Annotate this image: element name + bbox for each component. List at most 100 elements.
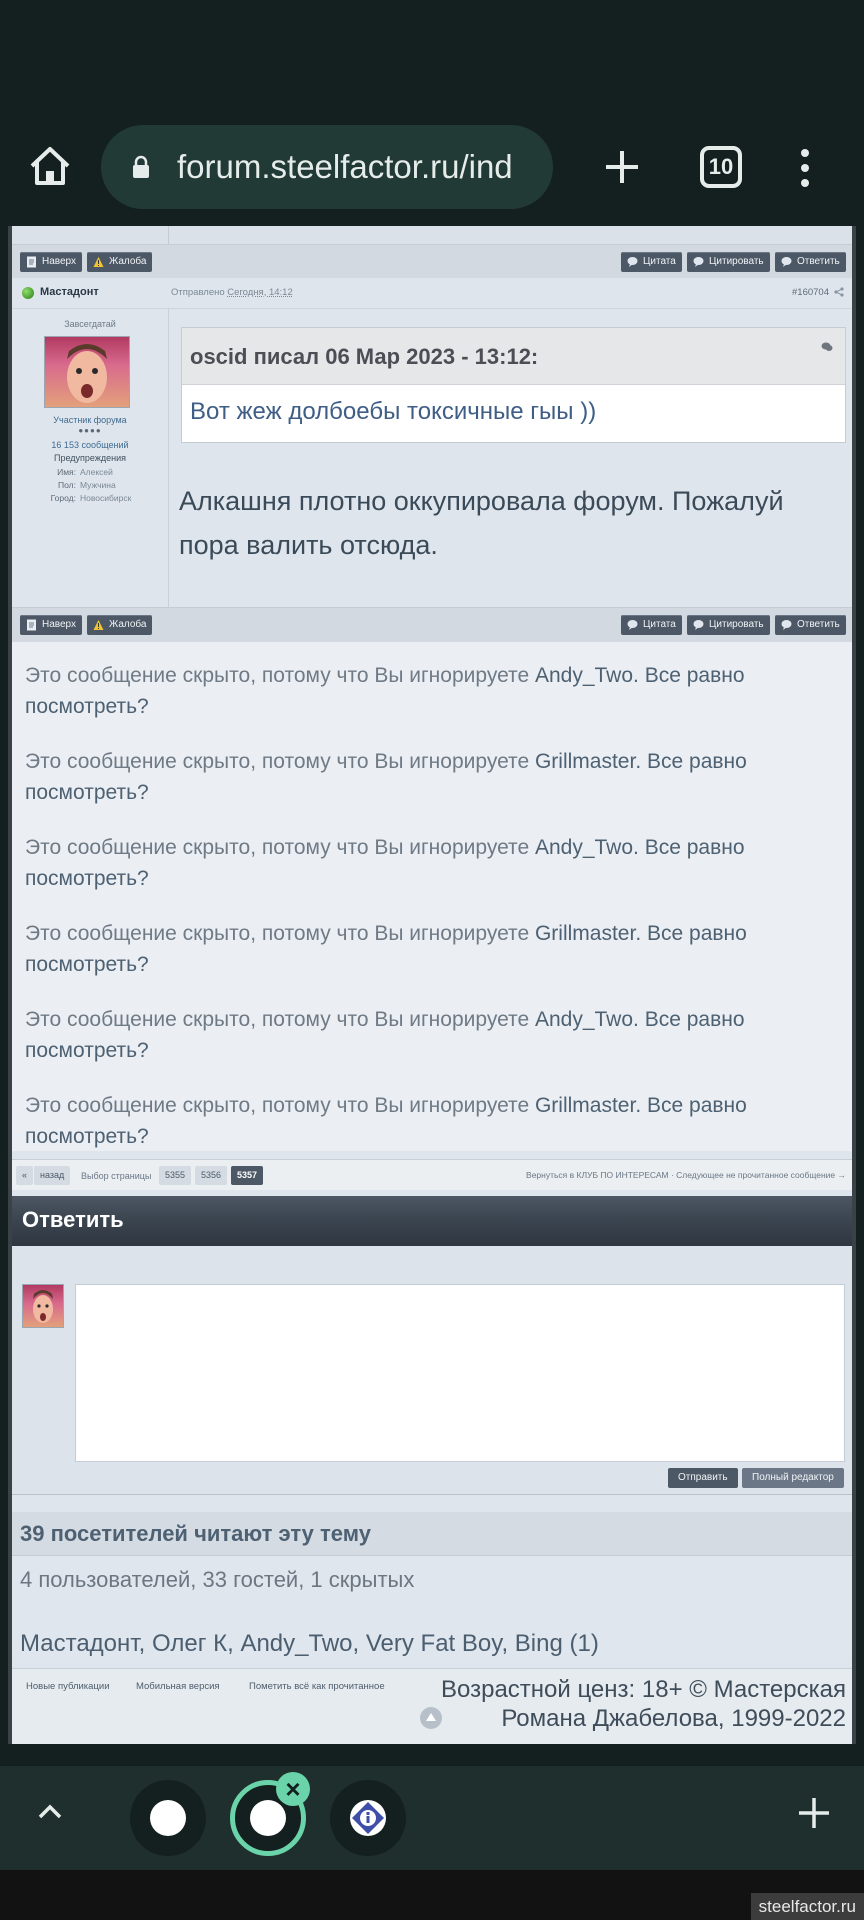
quote-block: oscid писал 06 Мар 2023 - 13:12: Вот жеж… [181, 327, 846, 443]
hidden-message-text: Это сообщение скрыто, потому что Вы игно… [25, 922, 535, 945]
avatar[interactable] [44, 336, 130, 408]
forum-page: Наверх Жалоба Цитата Цитировать Ответить [12, 226, 852, 1744]
tab-thumbnail[interactable] [130, 1780, 206, 1856]
back-to-forum-link[interactable]: Вернуться в КЛУБ ПО ИНТЕРЕСАМ · Следующе… [526, 1170, 846, 1180]
speech-bubble-icon [693, 620, 704, 630]
add-tab-icon[interactable] [797, 1796, 831, 1830]
site-favicon-icon [150, 1800, 186, 1836]
hidden-messages-list: Это сообщение скрыто, потому что Вы игно… [12, 642, 852, 1151]
tab-strip-separator [0, 1744, 864, 1766]
tab-thumbnail[interactable] [330, 1780, 406, 1856]
site-chip: steelfactor.ru [750, 1893, 864, 1920]
reply-post-button[interactable]: Ответить [775, 252, 846, 272]
info-icon [350, 1800, 386, 1836]
full-editor-button[interactable]: Полный редактор [742, 1468, 844, 1488]
speech-bubble-icon [627, 257, 638, 267]
mobile-version-link[interactable]: Мобильная версия [136, 1681, 220, 1692]
close-tab-icon[interactable]: × [276, 1772, 310, 1806]
page-button[interactable]: 5355 [159, 1166, 192, 1185]
tab-switcher-button[interactable]: 10 [700, 146, 742, 188]
post-author[interactable]: Мастадонт [40, 286, 99, 298]
cite-button[interactable]: Цитировать [687, 252, 770, 272]
reply-post-label: Ответить [797, 256, 840, 267]
ignored-user-name[interactable]: Andy_Two [535, 836, 633, 859]
first-page-button[interactable]: « [16, 1166, 34, 1185]
new-posts-link[interactable]: Новые публикации [26, 1681, 110, 1692]
speech-bubble-icon [693, 257, 704, 267]
user-title: Участник форума [53, 415, 127, 425]
ignored-user-name[interactable]: Andy_Two [535, 664, 633, 687]
hidden-message[interactable]: Это сообщение скрыто, потому что Вы игно… [25, 1004, 845, 1066]
post-header: Мастадонт Отправлено Сегодня, 14:12 #160… [12, 278, 852, 309]
post-date: Отправлено Сегодня, 14:12 [171, 287, 293, 298]
address-bar[interactable]: forum.steelfactor.ru/ind [101, 125, 553, 209]
viewers-title: 39 посетителей читают эту тему [20, 1521, 371, 1546]
post-body: oscid писал 06 Мар 2023 - 13:12: Вот жеж… [169, 309, 852, 607]
current-page-button[interactable]: 5357 [231, 1166, 264, 1185]
quote-text: Вот жеж долбоебы токсичные гыы )) [190, 398, 597, 425]
hidden-message[interactable]: Это сообщение скрыто, потому что Вы игно… [25, 1090, 845, 1152]
quote-label: Цитата [643, 619, 676, 630]
info-key: Город: [50, 493, 76, 503]
ignored-user-name[interactable]: Grillmaster [535, 922, 635, 945]
reply-title: Ответить [22, 1207, 124, 1232]
chevron-up-icon[interactable] [36, 1798, 64, 1826]
lock-icon [133, 155, 149, 178]
viewers-header: 39 посетителей читают эту тему [12, 1512, 852, 1556]
info-key: Имя: [57, 467, 76, 477]
viewers-counts: 4 пользователей, 33 гостей, 1 скрытых [20, 1567, 415, 1592]
more-menu-icon[interactable] [790, 148, 820, 188]
post-actions-previous: Наверх Жалоба Цитата Цитировать Ответить [12, 244, 852, 280]
warning-icon [93, 620, 104, 630]
info-value: Новосибирск [80, 493, 132, 503]
user-panel: Завсегдатай Участник форума ●●●● 16 153 … [12, 309, 169, 607]
report-button[interactable]: Жалоба [87, 252, 153, 272]
browser-toolbar: forum.steelfactor.ru/ind 10 [0, 0, 864, 226]
hidden-message[interactable]: Это сообщение скрыто, потому что Вы игно… [25, 918, 845, 980]
to-top-button[interactable]: Наверх [20, 615, 82, 635]
ignored-user-name[interactable]: Andy_Two [535, 1008, 633, 1031]
share-icon[interactable] [834, 287, 844, 297]
report-label: Жалоба [109, 619, 147, 630]
hidden-message-text: Это сообщение скрыто, потому что Вы игно… [25, 1008, 535, 1031]
page-jump-label[interactable]: Выбор страницы [81, 1171, 151, 1181]
quote-button[interactable]: Цитата [621, 615, 682, 635]
home-icon[interactable] [28, 144, 72, 188]
speech-bubble-icon [781, 257, 792, 267]
document-icon [27, 619, 36, 631]
reply-post-button[interactable]: Ответить [775, 615, 846, 635]
cite-button[interactable]: Цитировать [687, 615, 770, 635]
topic-viewers: 39 посетителей читают эту тему 4 пользов… [12, 1512, 852, 1657]
quote-link-icon[interactable] [821, 342, 833, 352]
quote-button[interactable]: Цитата [621, 252, 682, 272]
info-value: Мужчина [80, 480, 116, 490]
prev-page-button[interactable]: назад [34, 1166, 71, 1185]
reply-textarea[interactable] [75, 1284, 845, 1462]
send-button[interactable]: Отправить [668, 1468, 738, 1488]
user-post-count[interactable]: 16 153 сообщений [12, 440, 168, 450]
to-top-button[interactable]: Наверх [20, 252, 82, 272]
page-button[interactable]: 5356 [195, 1166, 228, 1185]
hidden-message-text: Это сообщение скрыто, потому что Вы игно… [25, 664, 535, 687]
report-button[interactable]: Жалоба [87, 615, 153, 635]
quote-header-text: oscid писал 06 Мар 2023 - 13:12: [190, 344, 539, 369]
viewers-names[interactable]: Мастадонт, Олег К, Andy_Two, Very Fat Bo… [20, 1630, 599, 1658]
user-rank: Завсегдатай [64, 319, 116, 329]
hidden-message[interactable]: Это сообщение скрыто, потому что Вы игно… [25, 832, 845, 894]
ignored-user-name[interactable]: Grillmaster [535, 1094, 635, 1117]
hidden-message[interactable]: Это сообщение скрыто, потому что Вы игно… [25, 746, 845, 808]
url-text: forum.steelfactor.ru/ind [177, 148, 513, 185]
sent-time: Сегодня, 14:12 [227, 287, 293, 298]
reply-post-label: Ответить [797, 619, 840, 630]
info-key: Пол: [58, 480, 76, 490]
hidden-message[interactable]: Это сообщение скрыто, потому что Вы игно… [25, 660, 845, 722]
mark-all-read-link[interactable]: Пометить всё как прочитанное [249, 1681, 385, 1692]
new-tab-icon[interactable] [600, 145, 644, 189]
document-icon [27, 256, 36, 268]
ignored-user-name[interactable]: Grillmaster [535, 750, 635, 773]
rank-pips: ●●●● [78, 426, 102, 435]
hidden-message-text: Это сообщение скрыто, потому что Вы игно… [25, 836, 535, 859]
tab-strip: × [0, 1766, 864, 1870]
reply-form: Отправить Полный редактор [12, 1246, 852, 1495]
post-number[interactable]: #160704 [792, 287, 829, 298]
